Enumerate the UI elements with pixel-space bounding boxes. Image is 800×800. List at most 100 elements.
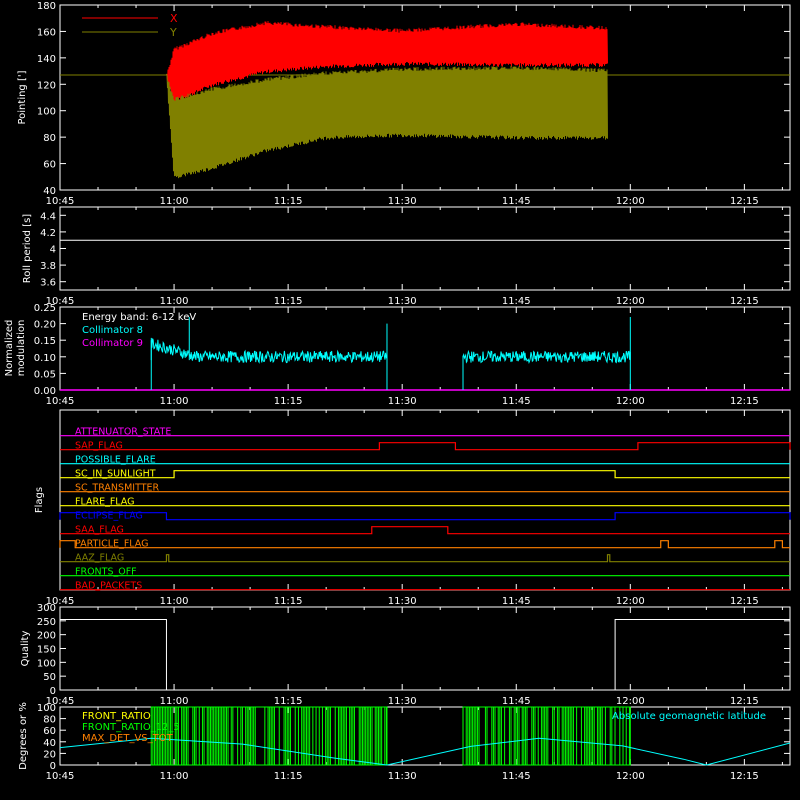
x-tick-label: 12:15 bbox=[730, 596, 759, 607]
flag-label-sap-flag: SAP_FLAG bbox=[75, 441, 123, 452]
y-tick-label: 0 bbox=[50, 761, 56, 772]
flag-line-eclipse-flag bbox=[59, 512, 791, 521]
x-tick-label: 11:45 bbox=[502, 396, 531, 407]
y-tick-label: 180 bbox=[37, 1, 56, 12]
x-tick-label: 11:15 bbox=[274, 596, 303, 607]
x-tick-label: 11:30 bbox=[388, 596, 417, 607]
y-tick-label: 160 bbox=[37, 27, 56, 38]
collimator-8-segment bbox=[150, 337, 388, 391]
x-tick-label: 12:00 bbox=[616, 771, 645, 782]
x-tick-label: 11:45 bbox=[502, 771, 531, 782]
flag-line-sc-in-sunlight bbox=[60, 470, 790, 479]
pointing-series-y bbox=[166, 65, 608, 179]
energy-band-label: Energy band: 6-12 keV bbox=[82, 312, 196, 323]
x-tick-label: 12:15 bbox=[730, 771, 759, 782]
y-tick-label: 20 bbox=[43, 749, 56, 760]
x-tick-label: 12:00 bbox=[616, 396, 645, 407]
y-tick-label: 100 bbox=[37, 703, 56, 714]
x-tick-label: 10:45 bbox=[46, 771, 75, 782]
x-tick-label: 11:15 bbox=[274, 771, 303, 782]
y-tick-label: 0.25 bbox=[34, 303, 56, 314]
y-tick-label: 4.2 bbox=[40, 228, 56, 239]
y-tick-label: 300 bbox=[37, 603, 56, 614]
x-tick-label: 10:45 bbox=[46, 196, 75, 207]
x-tick-label: 11:45 bbox=[502, 196, 531, 207]
flag-line-aaz-flag bbox=[60, 554, 790, 563]
flag-label-fronts-off: FRONTS_OFF bbox=[75, 567, 137, 578]
y-tick-label: 80 bbox=[43, 133, 56, 144]
flag-label-possible-flare: POSSIBLE_FLARE bbox=[75, 455, 156, 466]
y-tick-label: 4 bbox=[50, 245, 56, 256]
y-tick-label: 0.10 bbox=[34, 353, 56, 364]
flag-label-flare-flag: FLARE_FLAG bbox=[75, 497, 135, 508]
flag-label-eclipse-flag: ECLIPSE_FLAG bbox=[75, 511, 143, 522]
pointing-y-label: Pointing ['] bbox=[17, 70, 28, 124]
legend-label-x: X bbox=[170, 12, 178, 25]
x-tick-label: 12:00 bbox=[616, 696, 645, 707]
y-tick-label: 0.00 bbox=[34, 386, 56, 397]
y-tick-label: 3.8 bbox=[40, 261, 56, 272]
modulation-y-label-1: Normalized bbox=[4, 320, 15, 377]
y-tick-label: 50 bbox=[43, 672, 56, 683]
x-tick-label: 11:30 bbox=[388, 396, 417, 407]
legend-geomagnetic-latitude: Absolute geomagnetic latitude bbox=[612, 711, 766, 722]
x-tick-label: 11:00 bbox=[160, 196, 189, 207]
x-tick-label: 11:45 bbox=[502, 696, 531, 707]
y-tick-label: 0.15 bbox=[34, 336, 56, 347]
y-tick-label: 40 bbox=[43, 738, 56, 749]
flag-label-saa-flag: SAA_FLAG bbox=[75, 525, 124, 536]
flag-line-particle-flag bbox=[59, 540, 790, 549]
rhessi-summary-figure: 10:45 11:00 11:15 11:30 11:45 12:00 12:1540608… bbox=[4, 1, 791, 782]
y-tick-label: 100 bbox=[37, 107, 56, 118]
y-tick-label: 250 bbox=[37, 617, 56, 628]
x-tick-label: 12:15 bbox=[730, 196, 759, 207]
panel-frame-2 bbox=[59, 206, 791, 291]
x-tick-label: 11:30 bbox=[388, 196, 417, 207]
legend-collimator-9: Collimator 9 bbox=[82, 338, 143, 349]
y-tick-label: 60 bbox=[43, 726, 56, 737]
y-tick-label: 40 bbox=[43, 186, 56, 197]
flag-label-sc-transmitter: SC_TRANSMITTER bbox=[75, 483, 160, 494]
legend-front-ratio: FRONT_RATIO bbox=[82, 711, 151, 722]
x-tick-label: 11:00 bbox=[160, 771, 189, 782]
y-tick-label: 3.6 bbox=[40, 278, 56, 289]
y-tick-label: 100 bbox=[37, 658, 56, 669]
legend-collimator-8: Collimator 8 bbox=[82, 325, 143, 336]
x-tick-label: 11:45 bbox=[502, 596, 531, 607]
collimator-8-segment bbox=[462, 349, 631, 391]
x-tick-label: 12:15 bbox=[730, 296, 759, 307]
roll-y-label: Roll period [s] bbox=[22, 214, 33, 283]
flag-label-attenuator-state: ATTENUATOR_STATE bbox=[75, 427, 171, 438]
x-tick-label: 11:00 bbox=[160, 396, 189, 407]
quality-line bbox=[60, 618, 790, 691]
quality-y-label: Quality bbox=[20, 631, 31, 667]
y-tick-label: 150 bbox=[37, 645, 56, 656]
flag-line-saa-flag bbox=[60, 526, 790, 535]
y-tick-label: 80 bbox=[43, 715, 56, 726]
legend-max-det-vs-tot: MAX_DET_VS_TOT bbox=[82, 733, 174, 744]
x-tick-label: 11:00 bbox=[160, 296, 189, 307]
x-tick-label: 11:30 bbox=[388, 771, 417, 782]
x-tick-label: 11:45 bbox=[502, 296, 531, 307]
legend-label-y: Y bbox=[169, 26, 177, 39]
y-tick-label: 120 bbox=[37, 80, 56, 91]
y-tick-label: 0.20 bbox=[34, 320, 56, 331]
y-tick-label: 60 bbox=[43, 160, 56, 171]
x-tick-label: 12:15 bbox=[730, 396, 759, 407]
x-tick-label: 11:30 bbox=[388, 696, 417, 707]
flag-line-sap-flag bbox=[60, 442, 791, 451]
flag-label-aaz-flag: AAZ_FLAG bbox=[75, 553, 124, 564]
flag-label-bad-packets: BAD_PACKETS bbox=[75, 581, 142, 592]
x-tick-label: 11:00 bbox=[160, 696, 189, 707]
x-tick-label: 12:00 bbox=[616, 296, 645, 307]
flag-label-particle-flag: PARTICLE_FLAG bbox=[75, 539, 148, 550]
x-tick-label: 11:15 bbox=[274, 296, 303, 307]
latitude-y-label: Degrees or % bbox=[18, 702, 29, 770]
modulation-y-label-2: modulation bbox=[16, 320, 27, 377]
x-tick-label: 11:00 bbox=[160, 596, 189, 607]
x-tick-label: 11:30 bbox=[388, 296, 417, 307]
x-tick-label: 12:00 bbox=[616, 596, 645, 607]
legend-front-ratio-12-5: FRONT_RATIO_12_5 bbox=[82, 722, 180, 733]
flag-label-sc-in-sunlight: SC_IN_SUNLIGHT bbox=[75, 469, 156, 480]
y-tick-label: 200 bbox=[37, 631, 56, 642]
